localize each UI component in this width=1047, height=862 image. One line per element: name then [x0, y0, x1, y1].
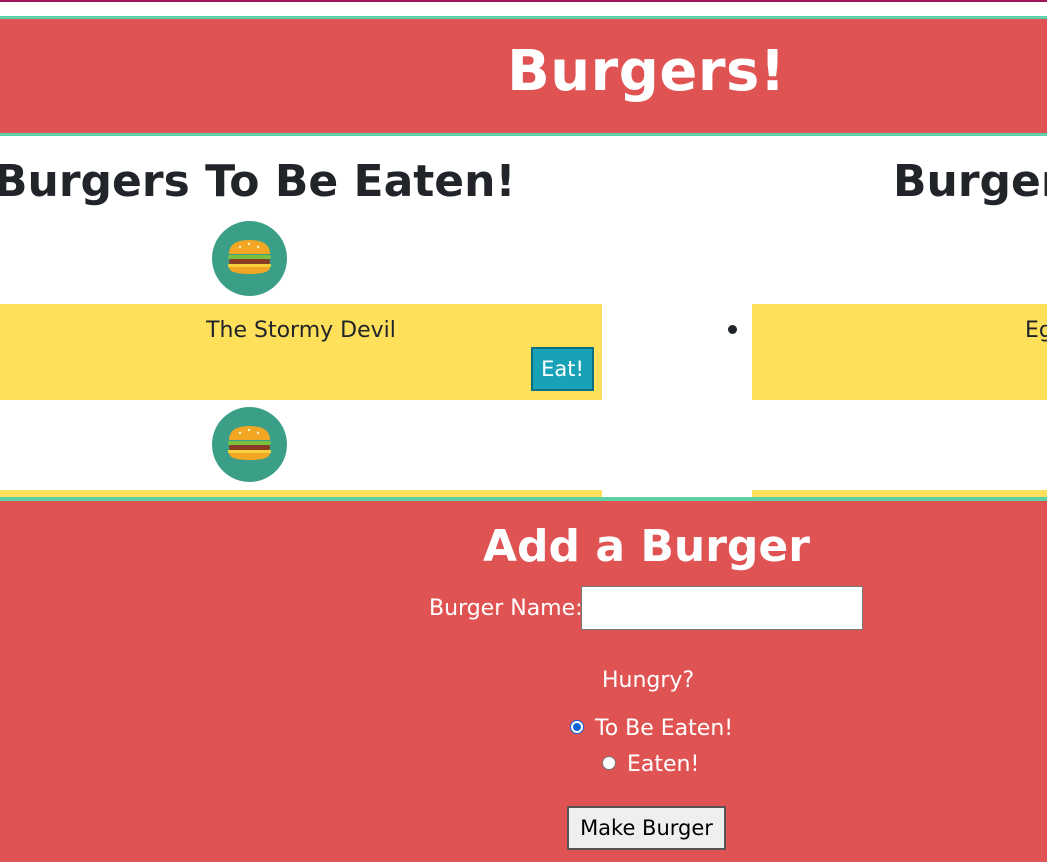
eat-button[interactable]: Eat!	[531, 347, 594, 391]
page-title: Burgers!	[507, 39, 786, 104]
to-be-eaten-option-label: To Be Eaten!	[595, 716, 734, 741]
page-header: Burgers!	[0, 16, 1047, 136]
hungry-label: Hungry?	[602, 668, 695, 693]
burger-icon	[212, 407, 287, 482]
to-be-eaten-heading: Burgers To Be Eaten!	[0, 156, 516, 207]
burger-icon	[212, 221, 287, 296]
burger-card: The Stormy Devil Eat!	[0, 304, 602, 400]
add-burger-heading: Add a Burger	[483, 521, 810, 572]
make-burger-button[interactable]: Make Burger	[567, 806, 726, 850]
list-bullet	[728, 325, 737, 334]
eaten-burger-card: Eg	[752, 304, 1047, 400]
eaten-option-label: Eaten!	[627, 752, 700, 777]
to-be-eaten-radio[interactable]	[570, 720, 584, 734]
eaten-heading: Burgers	[893, 156, 1047, 207]
top-border-line	[0, 0, 1047, 2]
eaten-radio[interactable]	[602, 756, 616, 770]
burger-name: The Stormy Devil	[206, 318, 396, 343]
add-burger-section: Add a Burger	[0, 497, 1047, 862]
burger-name-label: Burger Name:	[429, 596, 583, 621]
burger-name-input[interactable]	[581, 586, 863, 630]
eaten-burger-name: Eg	[1025, 318, 1047, 343]
